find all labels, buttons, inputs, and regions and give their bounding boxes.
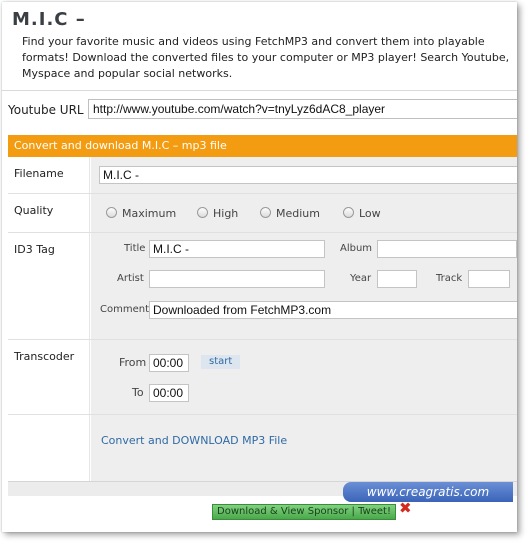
quality-maximum-radio[interactable]: [106, 207, 117, 218]
youtube-url-input[interactable]: http://www.youtube.com/watch?v=tnyLyz6dA…: [88, 99, 517, 119]
quality-low-radio[interactable]: [343, 207, 354, 218]
quality-high-radio[interactable]: [197, 207, 208, 218]
filename-cell: M.I.C -: [91, 157, 517, 193]
transcoder-from-input[interactable]: 00:00: [149, 354, 189, 372]
filename-input[interactable]: M.I.C -: [99, 166, 517, 184]
divider: [2, 90, 517, 91]
id3-year-label: Year: [350, 273, 372, 284]
id3-year-input[interactable]: [377, 270, 417, 288]
transcoder-from-label: From: [119, 356, 147, 369]
id3-title-label: Title: [124, 243, 146, 254]
download-row: Convert and DOWNLOAD MP3 File: [8, 415, 517, 485]
id3-artist-input[interactable]: [149, 270, 325, 288]
quality-label: Quality: [8, 194, 90, 232]
quality-row: Quality Maximum High Medium Low: [8, 194, 517, 233]
id3-comment-input[interactable]: Downloaded from FetchMP3.com: [149, 301, 517, 319]
quality-maximum-label: Maximum: [122, 207, 177, 220]
download-label-cell: [8, 415, 90, 485]
id3-label: ID3 Tag: [8, 233, 90, 339]
download-cell: Convert and DOWNLOAD MP3 File: [91, 415, 517, 485]
sponsor-button[interactable]: Download & View Sponsor | Tweet!: [212, 504, 396, 520]
filename-row: Filename M.I.C -: [8, 157, 517, 194]
filename-label: Filename: [8, 157, 90, 193]
id3-title-input[interactable]: M.I.C -: [149, 240, 325, 258]
id3-row: ID3 Tag Title M.I.C - Album Artist Year …: [8, 233, 517, 340]
id3-cell: Title M.I.C - Album Artist Year Track Co…: [91, 233, 517, 339]
youtube-url-label: Youtube URL: [8, 103, 84, 117]
quality-low-label: Low: [359, 207, 381, 220]
close-icon[interactable]: ✖: [399, 501, 412, 516]
convert-form: Filename M.I.C - Quality Maximum High Me…: [8, 157, 517, 485]
section-header: Convert and download M.I.C – mp3 file: [8, 135, 517, 157]
id3-artist-label: Artist: [117, 273, 144, 284]
quality-cell: Maximum High Medium Low: [91, 194, 517, 232]
transcoder-label: Transcoder: [8, 340, 90, 414]
quality-high-label: High: [213, 207, 239, 220]
convert-download-link[interactable]: Convert and DOWNLOAD MP3 File: [101, 434, 287, 447]
intro-text: Find your favorite music and videos usin…: [22, 35, 510, 80]
transcoder-row: Transcoder From 00:00 start To 00:00: [8, 340, 517, 415]
id3-track-input[interactable]: [468, 270, 510, 288]
id3-album-input[interactable]: [377, 240, 517, 258]
page-title: M.I.C –: [12, 9, 86, 30]
id3-comment-label: Comment: [100, 304, 149, 315]
transcoder-to-label: To: [132, 386, 144, 399]
watermark-badge: www.creagratis.com: [343, 482, 513, 502]
id3-track-label: Track: [436, 273, 463, 284]
start-button[interactable]: start: [201, 355, 241, 369]
transcoder-cell: From 00:00 start To 00:00: [91, 340, 517, 414]
page-frame: M.I.C – Find your favorite music and vid…: [2, 2, 517, 532]
quality-medium-radio[interactable]: [260, 207, 271, 218]
id3-album-label: Album: [340, 243, 373, 254]
quality-medium-label: Medium: [276, 207, 320, 220]
transcoder-to-input[interactable]: 00:00: [149, 384, 189, 402]
